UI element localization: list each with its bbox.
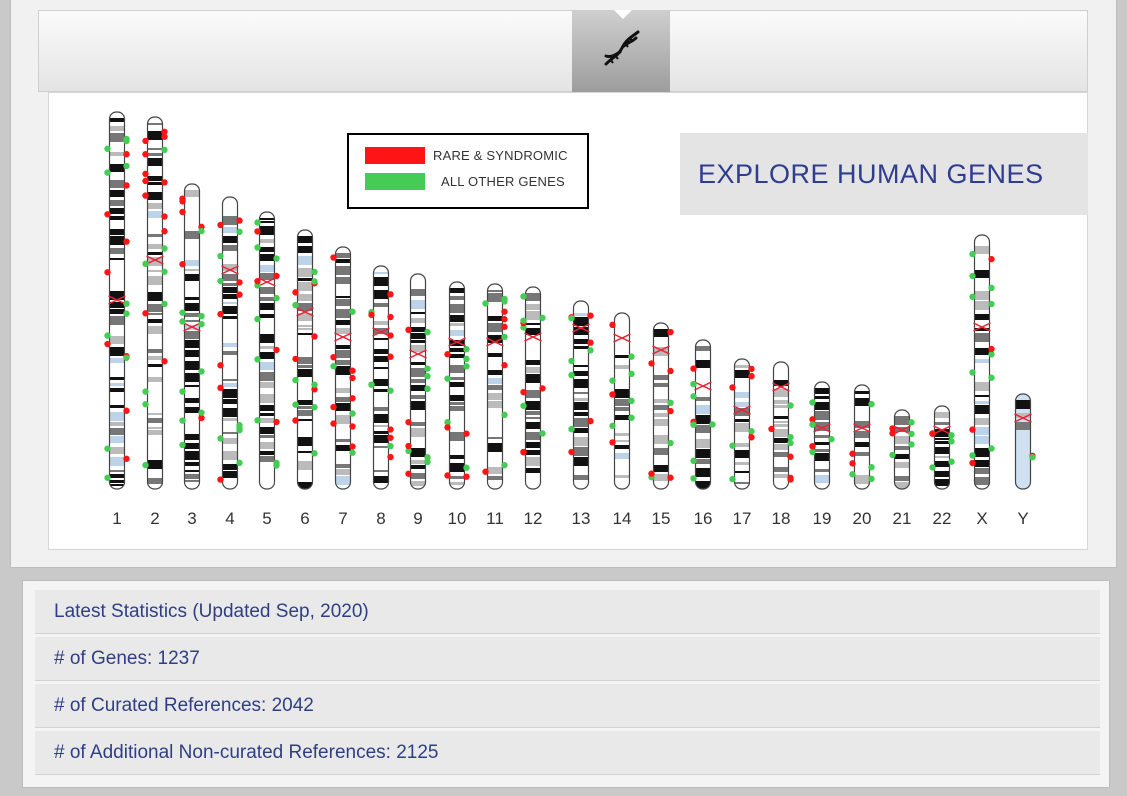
- chromosome-15[interactable]: [648, 322, 674, 490]
- chromosome-label: 1: [112, 509, 121, 528]
- stats-genes: # of Genes: 1237: [35, 637, 1100, 681]
- chromosome-Y[interactable]: [1014, 393, 1036, 490]
- chromosome-14[interactable]: [609, 312, 635, 490]
- chromosome-label: 14: [613, 509, 632, 528]
- chromosome-2[interactable]: [142, 116, 168, 490]
- chromosome-label: 10: [448, 509, 467, 528]
- chromosome-label: 22: [933, 509, 952, 528]
- stats-title: Latest Statistics (Updated Sep, 2020): [35, 590, 1100, 634]
- chromosome-7[interactable]: [330, 246, 356, 490]
- chromosome-19[interactable]: [809, 381, 835, 490]
- legend: RARE & SYNDROMIC ALL OTHER GENES: [347, 133, 589, 209]
- chromosome-12[interactable]: [520, 286, 546, 490]
- header-bar: [38, 10, 1088, 92]
- chromosome-10[interactable]: [444, 281, 470, 490]
- chromosome-label: 16: [694, 509, 713, 528]
- chromosome-6[interactable]: [292, 229, 318, 490]
- chromosome-label: X: [976, 509, 987, 528]
- chromosome-13[interactable]: [568, 300, 594, 490]
- chromosome-label: 19: [813, 509, 832, 528]
- chromosome-8[interactable]: [368, 265, 394, 490]
- chromosome-label: 7: [338, 509, 347, 528]
- chromosome-label: 21: [893, 509, 912, 528]
- chromosome-label: 20: [853, 509, 872, 528]
- chromosome-label: 18: [772, 509, 791, 528]
- stats-additional-references: # of Additional Non-curated References: …: [35, 731, 1100, 775]
- explore-human-genes-button[interactable]: EXPLORE HUMAN GENES: [680, 133, 1088, 215]
- legend-rare-label: RARE & SYNDROMIC: [433, 148, 568, 163]
- chromosome-label: 3: [187, 509, 196, 528]
- chromosome-5[interactable]: [254, 211, 280, 490]
- chromosome-label: 8: [376, 509, 385, 528]
- chromosome-X[interactable]: [969, 234, 995, 490]
- chromosome-9[interactable]: [405, 273, 431, 490]
- chromosome-label: 15: [652, 509, 671, 528]
- chromosome-17[interactable]: [729, 358, 755, 490]
- chromosome-label: 12: [524, 509, 543, 528]
- chromosome-label: 2: [150, 509, 159, 528]
- chromosome-label: Y: [1017, 509, 1028, 528]
- dna-icon: [598, 26, 644, 77]
- chromosome-18[interactable]: [768, 361, 794, 490]
- other-swatch: [365, 173, 425, 190]
- chromosome-label: 6: [300, 509, 309, 528]
- legend-other-label: ALL OTHER GENES: [441, 174, 565, 189]
- chromosome-label: 4: [225, 509, 234, 528]
- stats-curated-references: # of Curated References: 2042: [35, 684, 1100, 728]
- chromosome-label: 9: [413, 509, 422, 528]
- chromosome-11[interactable]: [482, 283, 508, 490]
- chromosome-21[interactable]: [889, 409, 915, 491]
- chromosome-4[interactable]: [217, 196, 243, 490]
- tab-indicator: [614, 10, 632, 19]
- chromosome-label: 5: [262, 509, 271, 528]
- chromosome-20[interactable]: [849, 384, 875, 490]
- chromosome-3[interactable]: [179, 183, 205, 490]
- chromosome-label: 11: [486, 509, 504, 528]
- chromosome-1[interactable]: [104, 111, 130, 490]
- dna-tab[interactable]: [572, 10, 670, 92]
- chromosome-16[interactable]: [690, 339, 716, 490]
- chromosome-22[interactable]: [929, 405, 955, 490]
- chromosome-label: 13: [572, 509, 591, 528]
- chromosome-label: 17: [733, 509, 752, 528]
- rare-swatch: [365, 147, 425, 164]
